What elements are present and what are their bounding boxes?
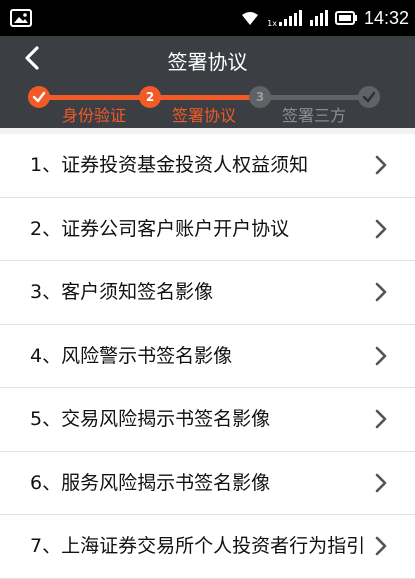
chevron-right-icon (375, 155, 387, 175)
step-connector-done (40, 95, 150, 100)
chevron-right-icon (375, 219, 387, 238)
battery-icon (334, 11, 357, 25)
page-title: 签署协议 (167, 50, 248, 74)
final-check-icon (358, 86, 380, 108)
status-icons: 1x 14:32 (240, 0, 409, 36)
step-2-label: 签署协议 (172, 106, 237, 125)
list-item-label: 7、上海证券交易所个人投资者行为指引 (30, 535, 366, 557)
list-item[interactable]: 1、证券投资基金投资人权益须知 (0, 134, 415, 198)
cellular-signal-icon (309, 10, 328, 26)
step-3-number: 3 (249, 86, 271, 108)
list-item-label: 3、客户须知签名影像 (30, 281, 214, 303)
list-item-label: 2、证券公司客户账户开户协议 (30, 217, 290, 240)
cellular-signal-icon (278, 10, 302, 26)
wifi-icon (242, 12, 259, 25)
list-item[interactable]: 2、证券公司客户账户开户协议 (0, 198, 415, 261)
step-1-check-icon (28, 86, 50, 108)
image-icon (10, 9, 32, 27)
step-progress: 身份验证 2 签署协议 3 签署三方 (0, 80, 415, 128)
list-item[interactable]: 6、服务风险揭示书签名影像 (0, 452, 415, 515)
nav-bar: 签署协议 (0, 36, 415, 80)
step-connector-pending (260, 95, 370, 100)
list-item-label: 4、风险警示书签名影像 (30, 344, 233, 367)
chevron-right-icon (375, 409, 387, 429)
status-time: 14:32 (363, 7, 409, 28)
chevron-right-icon (375, 473, 387, 492)
chevron-right-icon (375, 282, 387, 302)
step-1-label: 身份验证 (62, 106, 127, 125)
list-item-label: 5、交易风险揭示书签名影像 (30, 408, 271, 430)
chevron-right-icon (375, 536, 387, 556)
network-type-label: 1x (267, 19, 277, 28)
list-item[interactable]: 3、客户须知签名影像 (0, 261, 415, 325)
step-2-number: 2 (139, 86, 161, 108)
list-item-label: 6、服务风险揭示书签名影像 (30, 471, 271, 494)
chevron-right-icon (375, 346, 387, 365)
status-bar: 1x 14:32 (0, 0, 415, 36)
list-item-label: 1、证券投资基金投资人权益须知 (30, 154, 309, 176)
list-item[interactable]: 7、上海证券交易所个人投资者行为指引 (0, 515, 415, 579)
list-item[interactable]: 4、风险警示书签名影像 (0, 325, 415, 388)
list-item[interactable]: 5、交易风险揭示书签名影像 (0, 388, 415, 452)
step-3-label: 签署三方 (282, 106, 347, 125)
agreement-list: 1、证券投资基金投资人权益须知 2、证券公司客户账户开户协议 3、客户须知签名影… (0, 134, 415, 579)
step-connector-pending (150, 95, 260, 100)
